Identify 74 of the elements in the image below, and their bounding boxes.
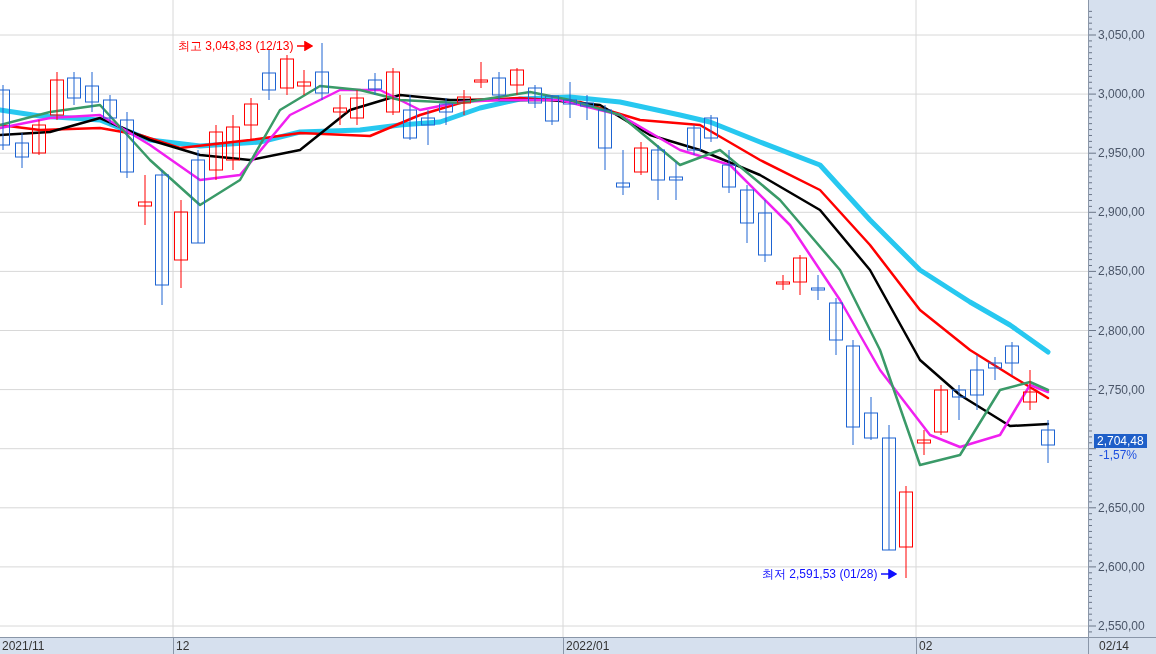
- candlestick: [15, 132, 29, 169]
- axis-label: 2,950,00: [1098, 146, 1145, 161]
- candlestick: [85, 71, 99, 113]
- axis-label: 2,850,00: [1098, 264, 1145, 279]
- candlestick: [50, 71, 64, 121]
- candlestick: [103, 94, 117, 126]
- candlestick: [563, 81, 577, 119]
- candlestick: [315, 42, 329, 101]
- candlestick: [580, 94, 594, 121]
- axis-label: 2,900,00: [1098, 205, 1145, 220]
- candlestick: [917, 429, 931, 456]
- candlestick: [32, 119, 46, 156]
- axis-label: 02/14: [1088, 638, 1156, 654]
- axis-label: 3,000,00: [1098, 87, 1145, 102]
- candlestick: [280, 54, 294, 96]
- candlestick: [758, 199, 772, 263]
- candlestick: [722, 149, 736, 194]
- candlestick: [1023, 369, 1037, 411]
- axis-label: 2,800,00: [1098, 323, 1145, 338]
- price-badge: 2,704,48: [1094, 433, 1147, 448]
- candlestick: [492, 71, 506, 101]
- candlestick: [209, 124, 223, 181]
- candlestick: [545, 94, 559, 126]
- axis-label: 2,550,00: [1098, 619, 1145, 633]
- candlestick: [0, 84, 10, 151]
- candlestick: [120, 111, 134, 179]
- candlestick: [669, 161, 683, 201]
- axis-label: 2022/01: [563, 638, 610, 654]
- candlestick: [811, 274, 825, 301]
- candlestick: [368, 72, 382, 96]
- candlestick: [67, 71, 81, 106]
- price-annotation: 최고 3,043,83 (12/13): [178, 39, 294, 53]
- candlestick: [421, 109, 435, 146]
- axis-label: 2,600,00: [1098, 559, 1145, 574]
- candlestick: [457, 89, 471, 116]
- candlestick: [598, 104, 612, 171]
- candlestick: [704, 114, 718, 143]
- candlestick: [1041, 419, 1055, 464]
- candlestick: [793, 254, 807, 296]
- candlestick: [1005, 341, 1019, 376]
- candlestick: [297, 69, 311, 96]
- candlestick: [226, 114, 240, 171]
- arrow-icon: [297, 41, 314, 51]
- candlestick: [138, 174, 152, 226]
- candlestick: [934, 384, 948, 436]
- arrow-icon: [881, 569, 898, 579]
- candlestick: [474, 61, 488, 89]
- candlestick: [403, 94, 417, 141]
- candlestick: [616, 149, 630, 196]
- price-annotation: 최저 2,591,53 (01/28): [762, 567, 878, 581]
- candlestick: [988, 356, 1002, 381]
- axis-label: 12: [173, 638, 190, 654]
- axis-label: 2,750,00: [1098, 382, 1145, 397]
- candlestick: [439, 97, 453, 126]
- candlestick: [386, 67, 400, 116]
- axis-label: 02: [916, 638, 933, 654]
- axis-label: 2,650,00: [1098, 500, 1145, 515]
- axis-label: 2021/11: [1, 638, 45, 654]
- candlestick: [864, 396, 878, 441]
- candlestick: [776, 274, 790, 291]
- change-percent: -1,57%: [1099, 449, 1138, 463]
- candlestick: [687, 124, 701, 156]
- axis-label: 3,050,00: [1098, 28, 1145, 42]
- candlestick: [740, 184, 754, 244]
- candlestick: [970, 354, 984, 411]
- candlestick: [333, 94, 347, 126]
- candlestick: [829, 297, 843, 356]
- candlestick: [244, 97, 258, 141]
- candlestick: [350, 89, 364, 126]
- candlestick: [634, 141, 648, 176]
- candlestick: [952, 384, 966, 421]
- candlestick: [528, 84, 542, 109]
- candlestick: [651, 144, 665, 201]
- candlestick: [510, 67, 524, 96]
